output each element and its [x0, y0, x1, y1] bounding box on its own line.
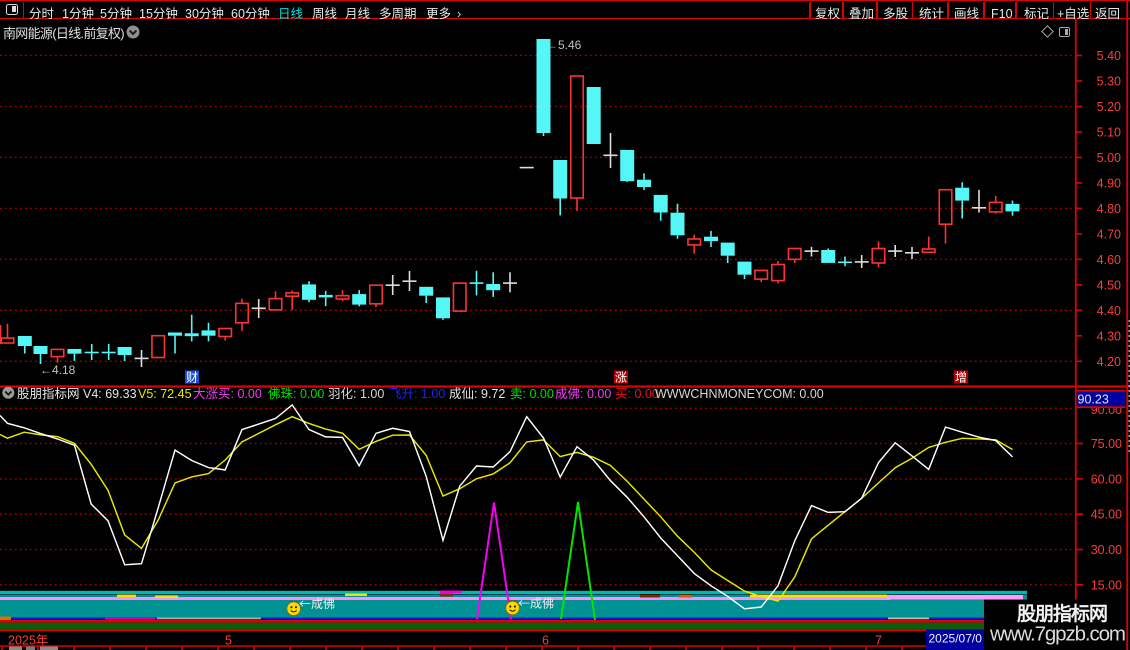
svg-text:买: 0.00: 买: 0.00 — [615, 383, 659, 402]
svg-text:增: 增 — [955, 369, 967, 386]
svg-text:佛珠: 0.00: 佛珠: 0.00 — [268, 383, 324, 402]
svg-text:45.00: 45.00 — [1091, 508, 1122, 522]
svg-text:股朋指标网: 股朋指标网 — [17, 383, 80, 402]
svg-text:90.23: 90.23 — [1078, 393, 1109, 407]
svg-text:成佛: 0.00: 成佛: 0.00 — [555, 383, 611, 402]
svg-text:4.60: 4.60 — [1097, 253, 1121, 267]
svg-text:4.20: 4.20 — [1097, 355, 1121, 369]
svg-text:←5.46: ←5.46 — [546, 38, 582, 52]
svg-text:5.00: 5.00 — [1097, 151, 1121, 165]
svg-text:4.50: 4.50 — [1097, 278, 1121, 292]
svg-text:75.00: 75.00 — [1091, 437, 1122, 451]
svg-text:大涨买: 0.00: 大涨买: 0.00 — [193, 383, 262, 402]
svg-text:←成佛: ←成佛 — [299, 595, 335, 612]
svg-text:www.7gpzb.com: www.7gpzb.com — [989, 623, 1126, 646]
svg-text:4.40: 4.40 — [1097, 304, 1121, 318]
svg-text:V5: 72.45: V5: 72.45 — [138, 387, 192, 401]
svg-text:2025/07/0: 2025/07/0 — [929, 632, 983, 646]
svg-text:4.70: 4.70 — [1097, 227, 1121, 241]
svg-text:←成佛: ←成佛 — [518, 595, 554, 612]
svg-text:60.00: 60.00 — [1091, 472, 1122, 486]
svg-text:15.00: 15.00 — [1091, 578, 1122, 592]
svg-text:4.80: 4.80 — [1097, 202, 1121, 216]
svg-text:5.40: 5.40 — [1097, 49, 1121, 63]
svg-text:V4: 69.33: V4: 69.33 — [83, 387, 137, 401]
svg-text:4.90: 4.90 — [1097, 176, 1121, 190]
svg-text:30.00: 30.00 — [1091, 543, 1122, 557]
svg-text:成仙: 9.72: 成仙: 9.72 — [449, 383, 505, 402]
svg-text:卖: 0.00: 卖: 0.00 — [510, 383, 554, 402]
svg-text:5.10: 5.10 — [1097, 125, 1121, 139]
svg-text:5.30: 5.30 — [1097, 74, 1121, 88]
svg-text:5.20: 5.20 — [1097, 100, 1121, 114]
svg-text:羽化: 1.00: 羽化: 1.00 — [328, 383, 384, 402]
svg-text:飞升: 1.00: 飞升: 1.00 — [389, 383, 445, 402]
svg-text:4.30: 4.30 — [1097, 329, 1121, 343]
svg-text:WWWCHNMONEYCOM: 0.00: WWWCHNMONEYCOM: 0.00 — [655, 387, 824, 401]
svg-text:←4.18: ←4.18 — [40, 363, 76, 377]
